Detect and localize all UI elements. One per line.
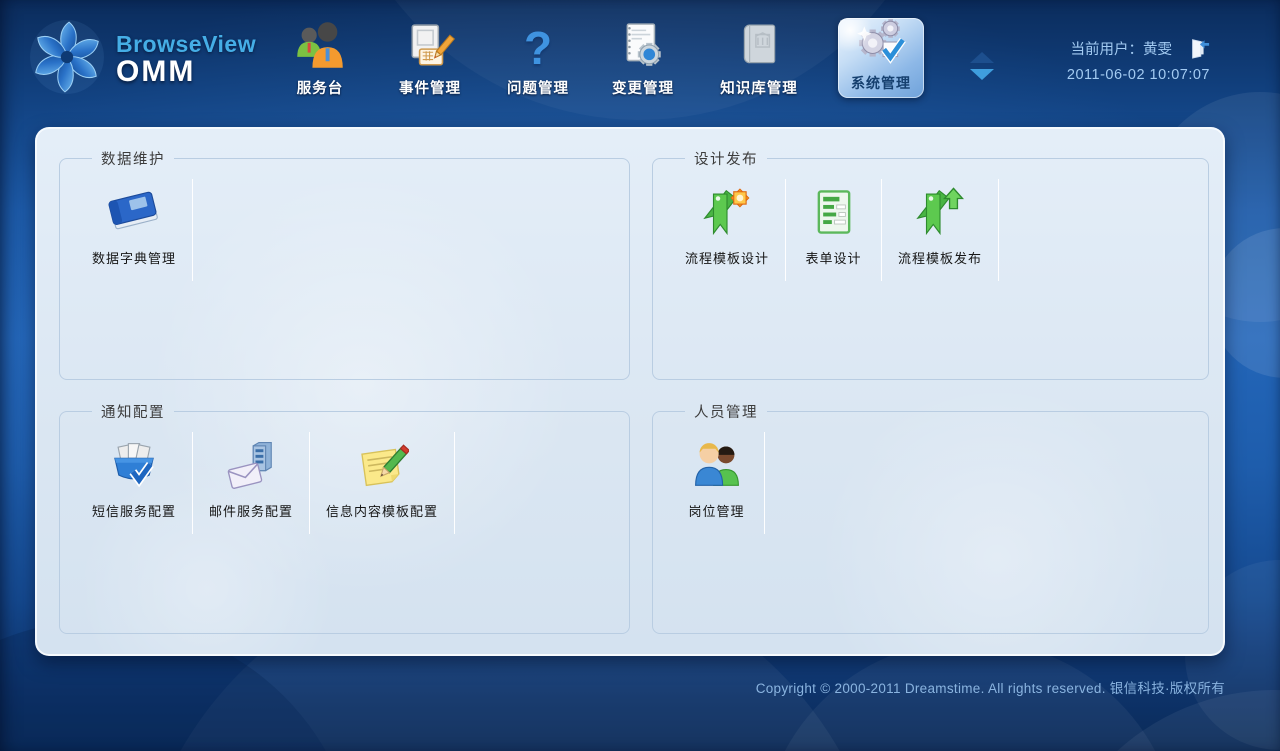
sms-box-check-icon [107, 438, 161, 492]
service-desk-icon [294, 19, 346, 71]
nav-item-problem-management[interactable]: ? 问题管理 [486, 14, 590, 98]
item-label: 邮件服务配置 [209, 501, 293, 520]
nav-item-knowledge-base[interactable]: 知识库管理 [696, 14, 822, 98]
mail-server-icon [224, 438, 278, 492]
item-label: 流程模板设计 [685, 248, 769, 267]
nav-item-label: 事件管理 [399, 77, 461, 98]
nav-item-change-management[interactable]: 变更管理 [590, 14, 696, 98]
scroll-down-icon[interactable] [970, 69, 994, 80]
item-data-dictionary[interactable]: 数据字典管理 [76, 179, 193, 281]
group-title: 人员管理 [685, 401, 767, 422]
group-data-maintenance: 数据维护 数据字典管理 [59, 148, 630, 380]
main-content-panel: 数据维护 数据字典管理 设计发布 [35, 127, 1225, 656]
item-sms-service-config[interactable]: 短信服务配置 [76, 432, 193, 534]
group-title: 通知配置 [92, 401, 174, 422]
item-message-template-config[interactable]: 信息内容模板配置 [310, 432, 455, 534]
item-label: 岗位管理 [688, 501, 744, 520]
group-personnel-management: 人员管理 岗位管理 [652, 401, 1209, 634]
nav-scroller [970, 52, 994, 80]
brand-product: OMM [116, 56, 256, 88]
nav-item-label: 系统管理 [851, 73, 911, 93]
ribbon-star-icon [700, 185, 754, 239]
current-datetime: 2011-06-02 10:07:07 [1067, 67, 1210, 83]
bg-circle [1040, 690, 1280, 751]
group-title: 设计发布 [685, 148, 767, 169]
question-mark-icon: ? [524, 19, 552, 71]
item-label: 流程模板发布 [898, 248, 982, 267]
nav-item-label: 服务台 [297, 77, 344, 98]
item-position-management[interactable]: 岗位管理 [669, 432, 765, 534]
nav-item-label: 变更管理 [612, 77, 674, 98]
blue-book-icon [107, 185, 161, 239]
item-process-template-publish[interactable]: 流程模板发布 [882, 179, 999, 281]
event-notepad-icon [405, 19, 455, 71]
item-mail-service-config[interactable]: 邮件服务配置 [193, 432, 310, 534]
group-title: 数据维护 [92, 148, 174, 169]
item-form-design[interactable]: 表单设计 [786, 179, 882, 281]
item-process-template-design[interactable]: 流程模板设计 [669, 179, 786, 281]
nav-item-event-management[interactable]: 事件管理 [374, 14, 486, 98]
group-notification-config: 通知配置 短信服务配置 [59, 401, 630, 634]
change-doc-gear-icon [618, 19, 668, 71]
nav-item-system-management[interactable]: 系统管理 [838, 18, 924, 98]
scroll-up-icon[interactable] [970, 52, 994, 63]
main-navigation: 服务台 事件管理 ? 问题管理 [266, 14, 924, 98]
current-user-label: 当前用户：黄雯 [1071, 38, 1173, 59]
item-label: 信息内容模板配置 [326, 501, 438, 520]
note-pencil-icon [355, 438, 409, 492]
item-label: 短信服务配置 [92, 501, 176, 520]
form-design-icon [807, 185, 861, 239]
nav-item-label: 问题管理 [507, 77, 569, 98]
group-design-publish: 设计发布 流程模板设计 [652, 148, 1209, 380]
logout-door-icon[interactable] [1188, 37, 1210, 59]
two-people-icon [690, 438, 744, 492]
nav-item-label: 知识库管理 [720, 77, 798, 98]
ribbon-up-arrow-icon [913, 185, 967, 239]
sparkle-highlight [840, 20, 874, 54]
copyright-text: Copyright © 2000-2011 Dreamstime. All ri… [756, 677, 1225, 697]
item-label: 数据字典管理 [92, 248, 176, 267]
app-logo: BrowseView OMM [28, 18, 256, 101]
nav-item-service-desk[interactable]: 服务台 [266, 14, 374, 98]
item-label: 表单设计 [806, 248, 862, 267]
user-info: 当前用户：黄雯 2011-06-02 10:07:07 [1067, 37, 1210, 83]
brand-name: BrowseView [116, 32, 256, 56]
knowledge-book-icon [734, 19, 784, 71]
pinwheel-logo-icon [28, 18, 106, 101]
